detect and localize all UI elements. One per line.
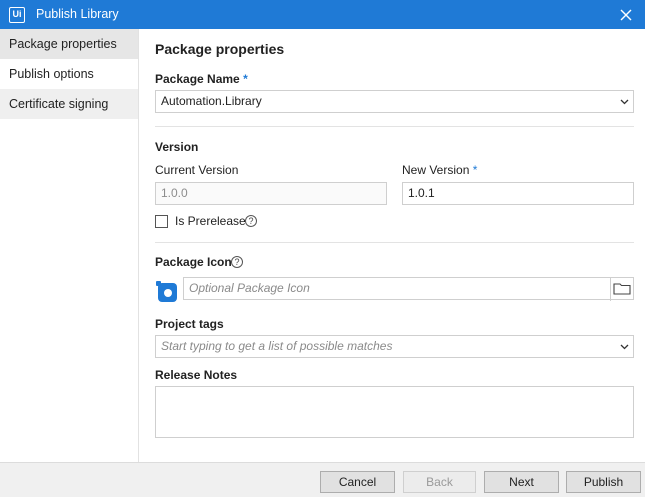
package-name-dropdown[interactable]: Automation.Library bbox=[155, 90, 634, 113]
next-button[interactable]: Next bbox=[484, 471, 559, 493]
project-tags-placeholder: Start typing to get a list of possible m… bbox=[161, 339, 393, 353]
required-mark: * bbox=[243, 72, 248, 86]
package-icon-label: Package Icon bbox=[155, 255, 232, 269]
sidebar-item-label: Package properties bbox=[9, 37, 117, 51]
project-tags-label: Project tags bbox=[155, 317, 224, 331]
sidebar: Package properties Publish options Certi… bbox=[0, 29, 139, 462]
package-name-value: Automation.Library bbox=[161, 94, 262, 108]
sidebar-item-label: Certificate signing bbox=[9, 97, 109, 111]
chevron-down-icon bbox=[620, 99, 629, 105]
new-version-input[interactable]: 1.0.1 bbox=[402, 182, 634, 205]
current-version-label: Current Version bbox=[155, 163, 239, 177]
sidebar-item-package-properties[interactable]: Package properties bbox=[0, 29, 138, 59]
package-icon-placeholder: Optional Package Icon bbox=[189, 281, 310, 295]
required-mark: * bbox=[472, 163, 478, 177]
release-notes-label: Release Notes bbox=[155, 368, 238, 382]
sidebar-item-label: Publish options bbox=[9, 67, 94, 81]
divider bbox=[155, 126, 634, 127]
footer: Cancel Back Next Publish bbox=[0, 462, 645, 497]
folder-icon bbox=[613, 283, 631, 295]
uipath-logo-icon: Ui bbox=[9, 7, 25, 23]
sidebar-item-publish-options[interactable]: Publish options bbox=[0, 59, 138, 89]
new-version-label: New Version * bbox=[402, 163, 478, 177]
title-bar: Ui Publish Library bbox=[0, 0, 645, 29]
back-button[interactable]: Back bbox=[403, 471, 476, 493]
divider bbox=[155, 242, 634, 243]
cancel-button[interactable]: Cancel bbox=[320, 471, 395, 493]
project-tags-input[interactable]: Start typing to get a list of possible m… bbox=[155, 335, 634, 358]
publish-button[interactable]: Publish bbox=[566, 471, 641, 493]
help-icon[interactable]: ? bbox=[231, 256, 243, 268]
section-title: Package properties bbox=[155, 41, 285, 57]
release-notes-textarea[interactable] bbox=[155, 386, 634, 438]
package-icon-preview-icon bbox=[156, 281, 177, 302]
main-panel: Package properties Package Name * Automa… bbox=[140, 29, 645, 462]
sidebar-item-certificate-signing[interactable]: Certificate signing bbox=[0, 89, 138, 119]
help-icon[interactable]: ? bbox=[245, 215, 257, 227]
browse-folder-button[interactable] bbox=[610, 278, 633, 301]
close-button[interactable] bbox=[615, 4, 637, 26]
package-icon-input[interactable]: Optional Package Icon bbox=[183, 277, 634, 301]
prerelease-checkbox[interactable] bbox=[155, 215, 168, 228]
current-version-field: 1.0.0 bbox=[155, 182, 387, 205]
window-title: Publish Library bbox=[36, 7, 119, 21]
chevron-down-icon bbox=[620, 344, 629, 350]
package-name-label: Package Name * bbox=[155, 72, 248, 86]
version-title: Version bbox=[155, 140, 199, 154]
prerelease-label: Is Prerelease bbox=[175, 214, 246, 228]
close-icon bbox=[620, 9, 632, 21]
